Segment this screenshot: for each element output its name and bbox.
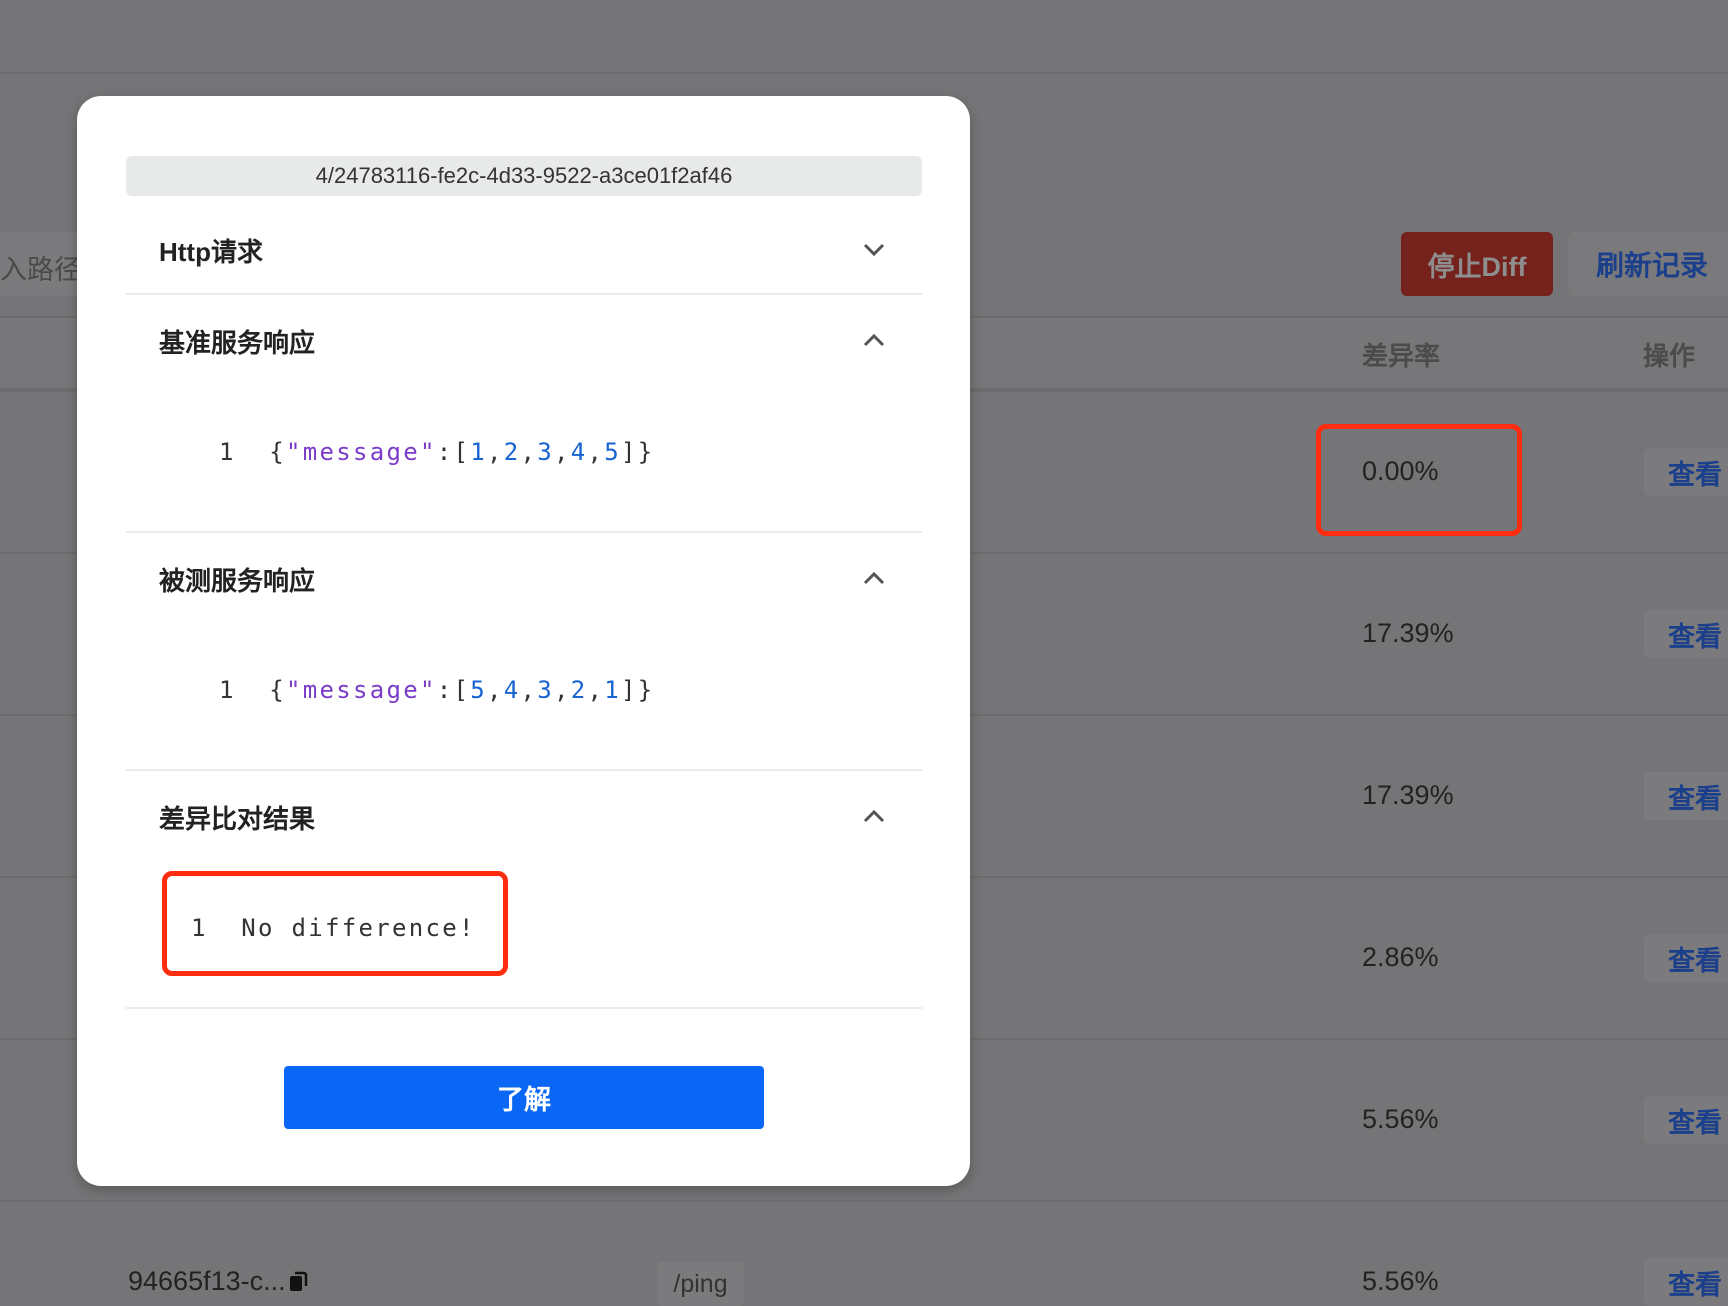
- view-button[interactable]: 查看: [1644, 1096, 1728, 1144]
- view-button[interactable]: 查看: [1644, 934, 1728, 982]
- diff-rate: 17.39%: [1362, 780, 1454, 810]
- highlight-box: [1316, 424, 1522, 536]
- tested-code-line: 1 {"message":[5,4,3,2,1]}: [219, 676, 655, 704]
- view-button[interactable]: 查看: [1644, 610, 1728, 658]
- view-button[interactable]: 查看: [1644, 772, 1728, 820]
- chevron-down-icon[interactable]: [859, 240, 889, 260]
- stop-diff-button[interactable]: 停止Diff: [1401, 232, 1553, 296]
- diff-result-line: 1 No difference!: [191, 914, 476, 942]
- chevron-up-icon[interactable]: [859, 568, 889, 588]
- record-id-text: 94665f13-c...: [128, 1266, 286, 1296]
- section-http-request-title[interactable]: Http请求: [159, 232, 263, 269]
- section-baseline-title[interactable]: 基准服务响应: [159, 323, 315, 360]
- record-id-box: 4/24783116-fe2c-4d33-9522-a3ce01f2af46: [126, 156, 922, 196]
- section-diff-result-title[interactable]: 差异比对结果: [159, 799, 315, 836]
- divider: [126, 293, 922, 295]
- record-id: 94665f13-c...: [128, 1266, 309, 1297]
- path-tag: /ping: [657, 1262, 744, 1306]
- diff-rate: 2.86%: [1362, 942, 1439, 972]
- divider: [126, 769, 922, 771]
- divider: [126, 1007, 922, 1009]
- view-button[interactable]: 查看: [1644, 1258, 1728, 1306]
- divider: [0, 72, 1728, 74]
- acknowledge-button[interactable]: 了解: [284, 1066, 764, 1129]
- row-divider: [0, 1200, 1728, 1202]
- baseline-code-line: 1 {"message":[1,2,3,4,5]}: [219, 438, 655, 466]
- diff-rate: 5.56%: [1362, 1266, 1439, 1296]
- search-placeholder: 入路径: [0, 255, 81, 285]
- column-header-actions: 操作: [1643, 341, 1696, 371]
- refresh-records-button[interactable]: 刷新记录: [1568, 232, 1728, 296]
- diff-detail-modal: 4/24783116-fe2c-4d33-9522-a3ce01f2af46 H…: [77, 96, 970, 1186]
- divider: [126, 531, 922, 533]
- diff-rate: 17.39%: [1362, 618, 1454, 648]
- diff-rate: 5.56%: [1362, 1104, 1439, 1134]
- column-header-diff-rate: 差异率: [1362, 341, 1441, 371]
- chevron-up-icon[interactable]: [859, 806, 889, 826]
- section-tested-title[interactable]: 被测服务响应: [159, 561, 315, 598]
- copy-icon[interactable]: [289, 1270, 309, 1292]
- view-button[interactable]: 查看: [1644, 448, 1728, 496]
- chevron-up-icon[interactable]: [859, 330, 889, 350]
